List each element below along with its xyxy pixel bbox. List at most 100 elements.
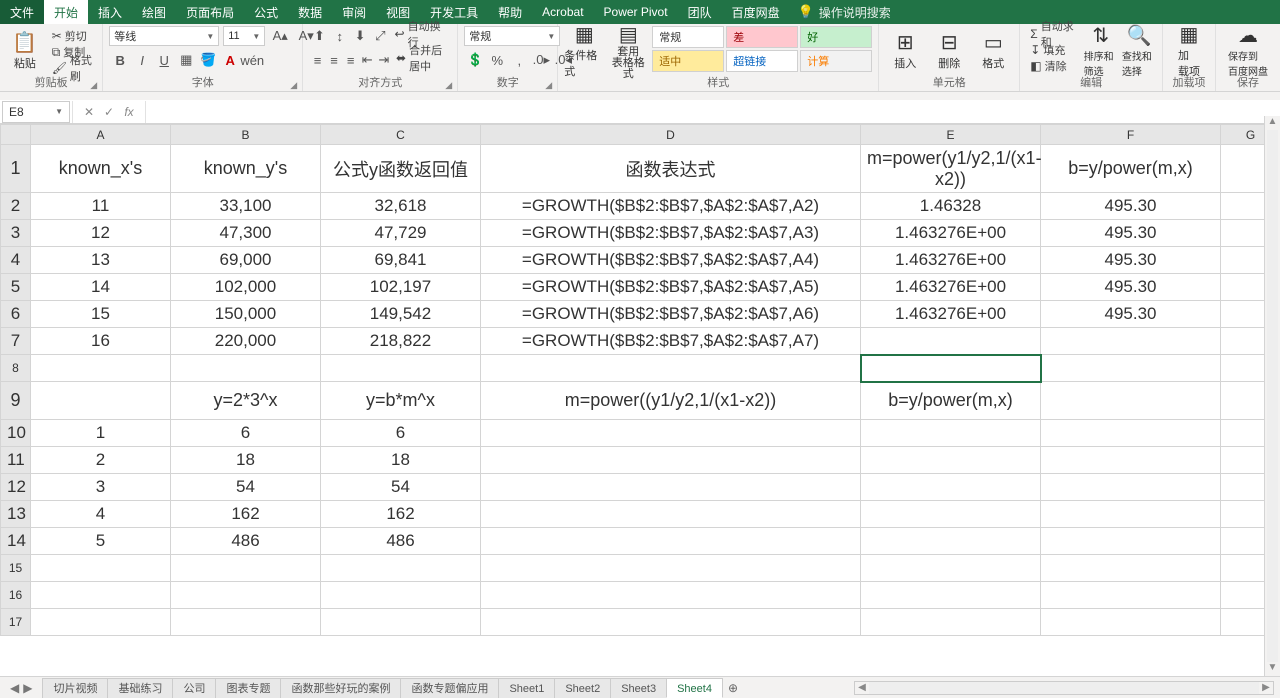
row-header[interactable]: 5 xyxy=(1,274,31,301)
cell[interactable] xyxy=(861,609,1041,636)
cell[interactable]: known_x's xyxy=(31,145,171,193)
column-header[interactable]: C xyxy=(321,125,481,145)
cell[interactable]: 220,000 xyxy=(171,328,321,355)
conditional-format-button[interactable]: ▦条件格式 xyxy=(564,26,604,76)
align-bottom-button[interactable]: ⬇ xyxy=(350,26,370,46)
cell[interactable] xyxy=(321,609,481,636)
tab-layout[interactable]: 页面布局 xyxy=(176,0,244,24)
sort-filter-button[interactable]: ⇅排序和筛选 xyxy=(1084,26,1118,76)
cell[interactable]: m=power((y1/y2,1/(x1-x2)) xyxy=(481,382,861,420)
row-header[interactable]: 15 xyxy=(1,555,31,582)
row-header[interactable]: 11 xyxy=(1,447,31,474)
cell[interactable]: 2 xyxy=(31,447,171,474)
tab-team[interactable]: 团队 xyxy=(678,0,722,24)
cell[interactable]: 486 xyxy=(321,528,481,555)
row-header[interactable]: 9 xyxy=(1,382,31,420)
paste-button[interactable]: 📋粘贴 xyxy=(6,26,44,76)
cell[interactable]: 54 xyxy=(171,474,321,501)
cell[interactable] xyxy=(861,555,1041,582)
cell[interactable]: 3 xyxy=(31,474,171,501)
align-middle-button[interactable]: ↕ xyxy=(330,26,350,46)
cell[interactable] xyxy=(481,474,861,501)
sheet-tab[interactable]: Sheet3 xyxy=(610,678,667,698)
cell[interactable]: known_y's xyxy=(171,145,321,193)
tab-data[interactable]: 数据 xyxy=(288,0,332,24)
cell[interactable] xyxy=(171,355,321,382)
cell[interactable]: 18 xyxy=(171,447,321,474)
dialog-launcher-icon[interactable]: ◢ xyxy=(445,80,455,90)
sheet-tab[interactable]: 函数专题偏应用 xyxy=(400,678,499,698)
cell[interactable]: y=b*m^x xyxy=(321,382,481,420)
row-header[interactable]: 6 xyxy=(1,301,31,328)
fill-button[interactable]: ↧填充 xyxy=(1026,42,1079,58)
cell[interactable] xyxy=(861,501,1041,528)
tab-powerpivot[interactable]: Power Pivot xyxy=(594,0,678,24)
cell[interactable] xyxy=(481,555,861,582)
column-header[interactable]: D xyxy=(481,125,861,145)
format-as-table-button[interactable]: ▤套用 表格格式 xyxy=(608,26,648,76)
row-header[interactable]: 2 xyxy=(1,193,31,220)
cell[interactable]: 102,197 xyxy=(321,274,481,301)
increase-font-button[interactable]: A▴ xyxy=(269,26,291,46)
sheet-tab[interactable]: Sheet2 xyxy=(554,678,611,698)
cell[interactable]: 162 xyxy=(171,501,321,528)
scroll-up-icon[interactable]: ▲ xyxy=(1265,116,1280,130)
cell[interactable]: 14 xyxy=(31,274,171,301)
sheet-tab[interactable]: 切片视频 xyxy=(42,678,108,698)
cell[interactable] xyxy=(481,609,861,636)
addins-button[interactable]: ▦加 载项 xyxy=(1169,26,1209,76)
row-header[interactable]: 13 xyxy=(1,501,31,528)
style-swatch[interactable]: 差 xyxy=(726,26,798,48)
decrease-indent-button[interactable]: ⇤ xyxy=(359,50,376,70)
cell[interactable]: =GROWTH($B$2:$B$7,$A$2:$A$7,A4) xyxy=(481,247,861,274)
cell[interactable]: 33,100 xyxy=(171,193,321,220)
sheet-tab[interactable]: 图表专题 xyxy=(215,678,281,698)
increase-decimal-button[interactable]: .0▸ xyxy=(530,50,552,70)
find-select-button[interactable]: 🔍查找和选择 xyxy=(1122,26,1156,76)
cell[interactable]: 495.30 xyxy=(1041,247,1221,274)
cell[interactable]: 1.463276E+00 xyxy=(861,274,1041,301)
scroll-left-icon[interactable]: ◀ xyxy=(855,682,869,693)
cell[interactable] xyxy=(481,582,861,609)
enter-formula-button[interactable]: ✓ xyxy=(99,105,119,119)
row-header[interactable]: 17 xyxy=(1,609,31,636)
cell[interactable]: 495.30 xyxy=(1041,193,1221,220)
cell[interactable]: 162 xyxy=(321,501,481,528)
tab-insert[interactable]: 插入 xyxy=(88,0,132,24)
cell[interactable]: 47,300 xyxy=(171,220,321,247)
accounting-button[interactable]: 💲 xyxy=(464,50,486,70)
cell[interactable]: 12 xyxy=(31,220,171,247)
cell[interactable] xyxy=(1041,355,1221,382)
vertical-scrollbar[interactable]: ▲ ▼ xyxy=(1264,116,1280,676)
cell[interactable] xyxy=(1041,582,1221,609)
cell[interactable]: 102,000 xyxy=(171,274,321,301)
cell[interactable] xyxy=(1041,555,1221,582)
cell[interactable]: 公式y函数返回值 xyxy=(321,145,481,193)
cell[interactable]: =GROWTH($B$2:$B$7,$A$2:$A$7,A7) xyxy=(481,328,861,355)
cell[interactable] xyxy=(321,555,481,582)
align-right-button[interactable]: ≡ xyxy=(342,50,359,70)
font-color-button[interactable]: A xyxy=(219,50,241,70)
cell[interactable] xyxy=(1041,447,1221,474)
cell[interactable] xyxy=(861,447,1041,474)
wrap-text-button[interactable]: ↩自动换行 xyxy=(391,26,452,42)
comma-button[interactable]: , xyxy=(508,50,530,70)
row-header[interactable]: 10 xyxy=(1,420,31,447)
number-format-combo[interactable]: 常规▼ xyxy=(464,26,560,46)
sheet-tab[interactable]: 函数那些好玩的案例 xyxy=(280,678,401,698)
style-swatch[interactable]: 好 xyxy=(800,26,872,48)
fx-button[interactable]: fx xyxy=(119,105,139,119)
percent-button[interactable]: % xyxy=(486,50,508,70)
cell[interactable] xyxy=(1041,609,1221,636)
italic-button[interactable]: I xyxy=(131,50,153,70)
style-swatch[interactable]: 超链接 xyxy=(726,50,798,72)
clear-button[interactable]: ◧清除 xyxy=(1026,58,1079,74)
cell[interactable] xyxy=(321,355,481,382)
cancel-formula-button[interactable]: ✕ xyxy=(79,105,99,119)
cell[interactable] xyxy=(861,528,1041,555)
cell[interactable] xyxy=(321,582,481,609)
tab-draw[interactable]: 绘图 xyxy=(132,0,176,24)
cell[interactable] xyxy=(481,447,861,474)
cell[interactable]: 4 xyxy=(31,501,171,528)
cell[interactable] xyxy=(1041,420,1221,447)
